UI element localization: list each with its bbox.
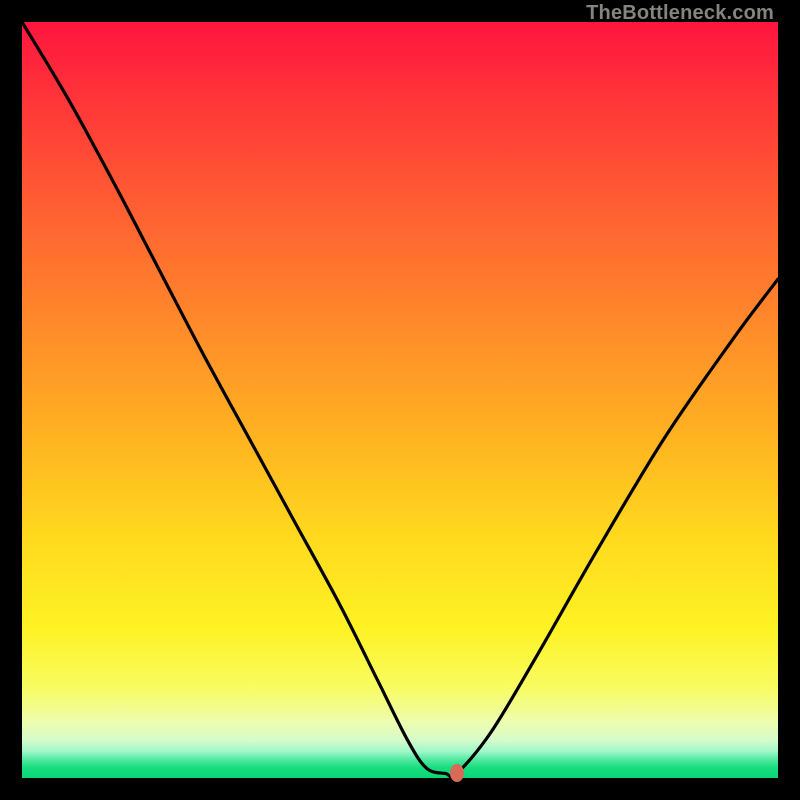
- plot-area: [22, 22, 778, 778]
- bottleneck-curve: [22, 22, 778, 778]
- optimal-point-marker: [450, 764, 464, 782]
- chart-frame: TheBottleneck.com: [0, 0, 800, 800]
- curve-path: [22, 22, 778, 777]
- watermark-text: TheBottleneck.com: [586, 2, 774, 25]
